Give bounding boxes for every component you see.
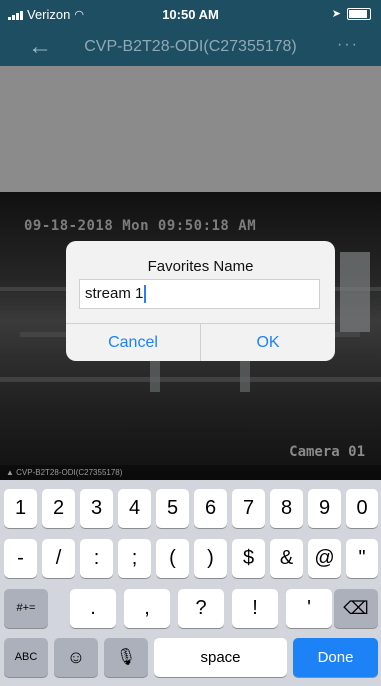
video-camera-label: Camera 01 — [289, 444, 365, 460]
key-symbols-mode[interactable]: #+= — [4, 589, 48, 628]
key-5[interactable]: 5 — [156, 489, 189, 528]
key-6[interactable]: 6 — [194, 489, 227, 528]
nav-bar: ← CVP-B2T28-ODI(C27355178) ··· — [0, 30, 381, 66]
key-8[interactable]: 8 — [270, 489, 303, 528]
key-dollar[interactable]: $ — [232, 539, 265, 578]
key-7[interactable]: 7 — [232, 489, 265, 528]
page-title: CVP-B2T28-ODI(C27355178) — [84, 38, 297, 55]
key-hyphen[interactable]: - — [4, 539, 37, 578]
emoji-icon[interactable]: ☺ — [54, 638, 98, 677]
favorites-name-input[interactable]: stream 1 — [79, 279, 320, 309]
key-at[interactable]: @ — [308, 539, 341, 578]
key-period[interactable]: . — [70, 589, 116, 628]
battery-icon — [347, 7, 371, 20]
favorites-name-dialog: Favorites Name stream 1 Cancel OK — [66, 241, 335, 361]
key-comma[interactable]: , — [124, 589, 170, 628]
microphone-icon[interactable]: 🎙 — [104, 638, 148, 677]
done-key[interactable]: Done — [293, 638, 378, 677]
status-bar: Verizon ◠ 10:50 AM ➤ — [0, 0, 381, 30]
key-4[interactable]: 4 — [118, 489, 151, 528]
favorites-name-value: stream 1 — [85, 285, 144, 302]
key-open-paren[interactable]: ( — [156, 539, 189, 578]
status-right: ➤ — [332, 7, 371, 20]
key-close-paren[interactable]: ) — [194, 539, 227, 578]
key-9[interactable]: 9 — [308, 489, 341, 528]
channel-icon: ▲ — [6, 468, 17, 477]
key-exclamation[interactable]: ! — [232, 589, 278, 628]
key-1[interactable]: 1 — [4, 489, 37, 528]
location-icon: ➤ — [331, 8, 341, 20]
key-ampersand[interactable]: & — [270, 539, 303, 578]
space-key[interactable]: space — [154, 638, 287, 677]
preview-placeholder — [0, 66, 381, 192]
cancel-button[interactable]: Cancel — [66, 324, 200, 361]
key-quote[interactable]: " — [346, 539, 378, 578]
key-3[interactable]: 3 — [80, 489, 113, 528]
channel-name: CVP-B2T28-ODI(C27355178) — [16, 468, 123, 477]
ok-button[interactable]: OK — [201, 324, 335, 361]
channel-strip: ▲ CVP-B2T28-ODI(C27355178) — [0, 465, 381, 480]
keyboard: 1 2 3 4 5 6 7 8 9 0 - / : ; ( ) $ & @ " … — [0, 480, 381, 686]
key-question[interactable]: ? — [178, 589, 224, 628]
text-cursor — [144, 285, 147, 304]
video-timestamp: 09-18-2018 Mon 09:50:18 AM — [24, 218, 257, 234]
key-0[interactable]: 0 — [346, 489, 378, 528]
key-abc[interactable]: ABC — [4, 638, 48, 677]
key-semicolon[interactable]: ; — [118, 539, 151, 578]
status-time: 10:50 AM — [162, 7, 219, 22]
key-slash[interactable]: / — [42, 539, 75, 578]
dialog-title: Favorites Name — [147, 258, 254, 275]
delete-key-icon[interactable]: ⌫ — [334, 589, 378, 628]
key-colon[interactable]: : — [80, 539, 113, 578]
key-apostrophe[interactable]: ' — [286, 589, 332, 628]
key-2[interactable]: 2 — [42, 489, 75, 528]
more-icon[interactable]: ··· — [337, 36, 359, 54]
